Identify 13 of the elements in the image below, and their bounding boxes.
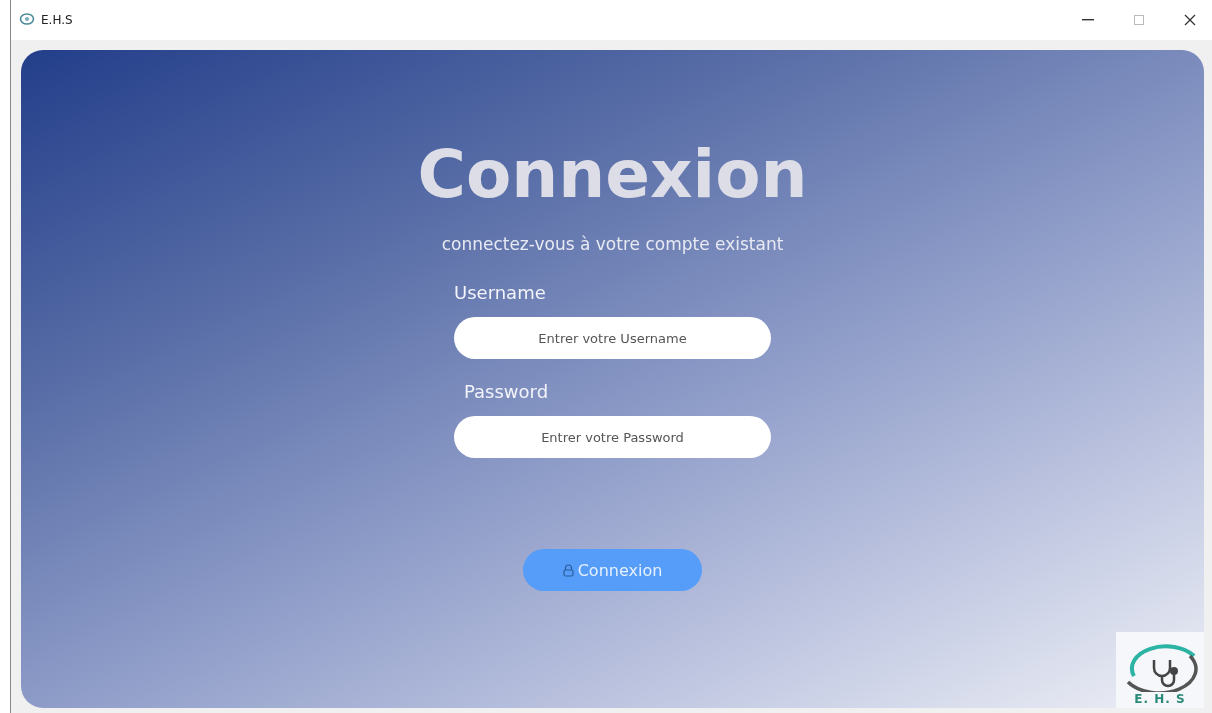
login-subtitle: connectez-vous à votre compte existant	[441, 234, 784, 254]
input-field[interactable]: Entrer votre Username	[454, 317, 771, 359]
window-title: E.H.S	[41, 13, 73, 27]
input-field[interactable]: Entrer votre Password	[454, 416, 771, 458]
logo-text: E. H. S	[1134, 692, 1186, 706]
login-heading: Connexion	[417, 142, 808, 208]
lock-icon	[562, 563, 574, 577]
field-label: Username	[454, 282, 547, 303]
close-icon[interactable]	[1184, 14, 1196, 26]
field-label: Password	[464, 381, 550, 402]
login-button[interactable]: Connexion	[523, 549, 702, 591]
app-logo-icon	[19, 12, 35, 28]
minimize-icon[interactable]	[1082, 19, 1094, 21]
